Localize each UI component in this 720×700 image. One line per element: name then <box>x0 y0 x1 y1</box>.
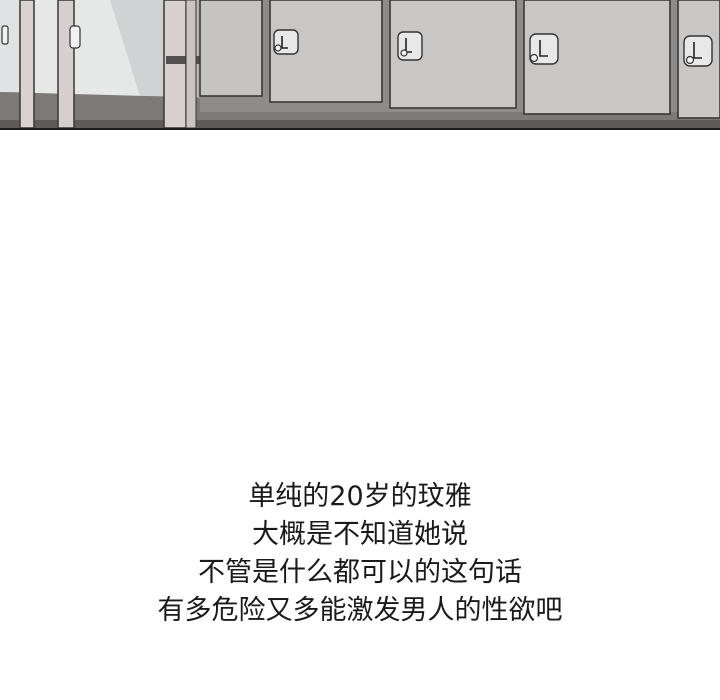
locker-room-drawing <box>0 0 720 128</box>
caption-line-3: 不管是什么都可以的这句话 <box>198 557 522 588</box>
caption-text: 单纯的20岁的玟雅 大概是不知道她说 不管是什么都可以的这句话 有多危险又多能激… <box>0 478 720 630</box>
caption-line-2: 大概是不知道她说 <box>252 519 468 550</box>
caption-line-4: 有多危险又多能激发男人的性欲吧 <box>157 595 563 626</box>
locker-room-illustration <box>0 0 720 130</box>
caption-line-1: 单纯的20岁的玟雅 <box>248 481 472 512</box>
